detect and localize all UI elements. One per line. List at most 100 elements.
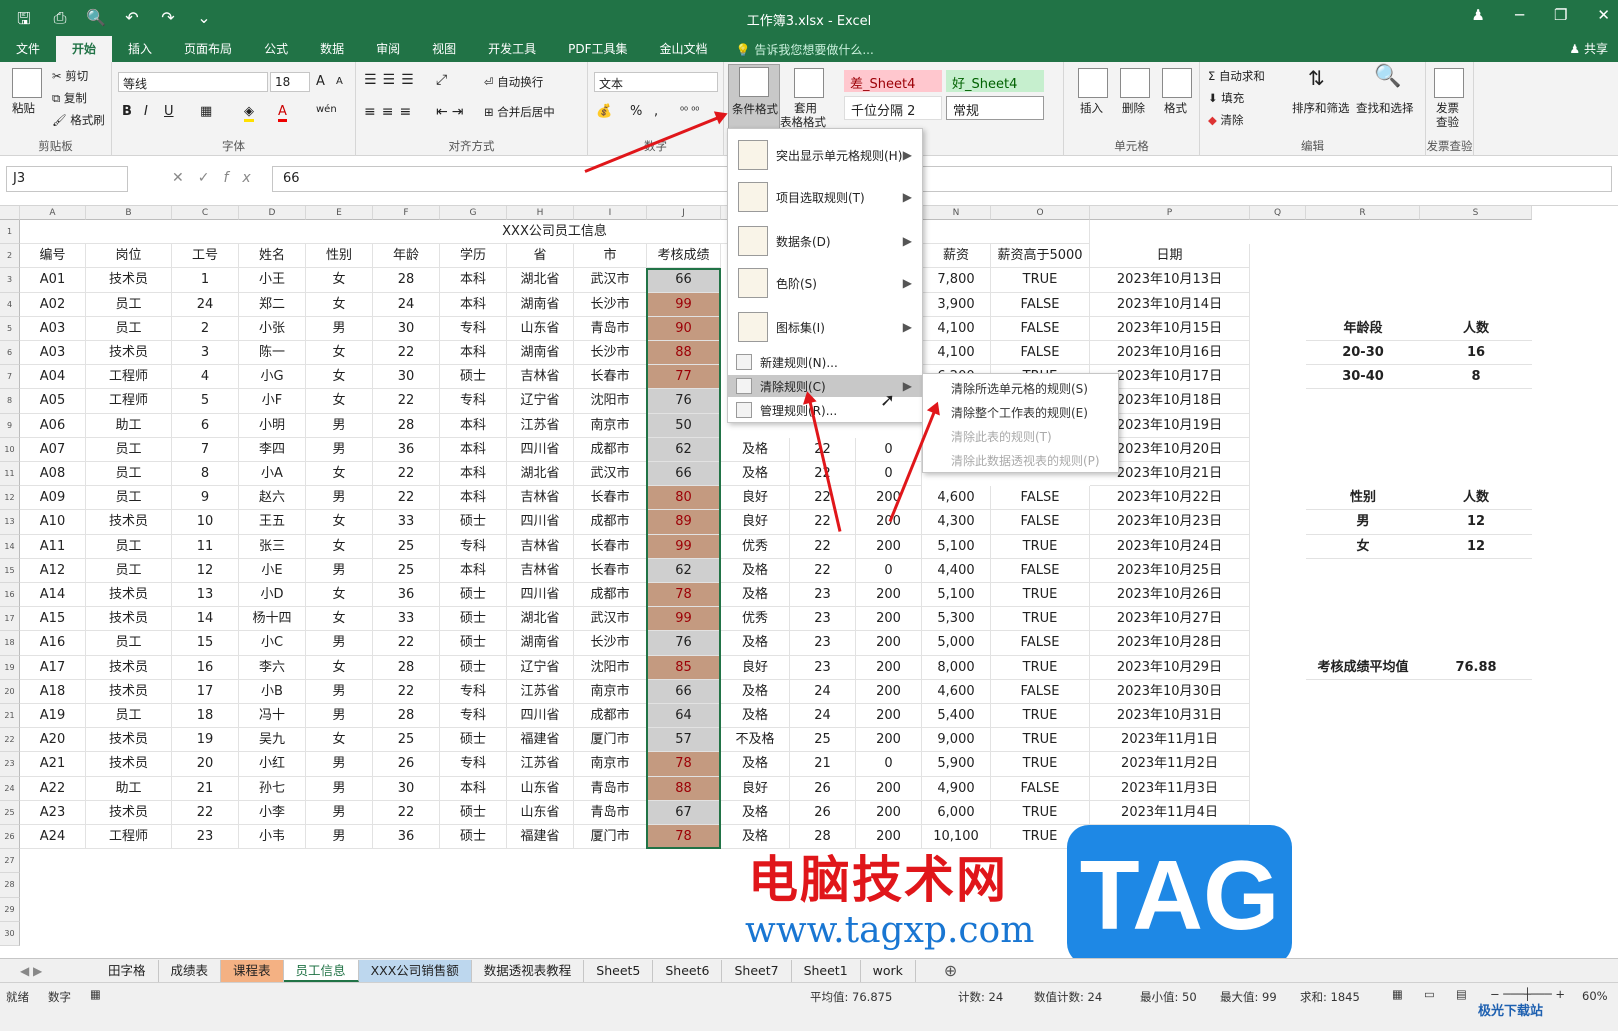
table-cell[interactable]: 2023年10月14日 [1090, 292, 1250, 317]
table-cell[interactable]: 2 [172, 316, 239, 341]
table-cell[interactable]: TRUE [991, 728, 1090, 753]
column-title[interactable]: 编号 [20, 244, 86, 269]
fill-button[interactable]: ⬇ 填充 [1208, 90, 1244, 106]
column-header[interactable]: B [86, 206, 172, 220]
table-cell[interactable]: 23 [172, 825, 239, 850]
table-cell[interactable]: A03 [20, 341, 86, 366]
table-cell[interactable]: A19 [20, 704, 86, 729]
row-header[interactable]: 10 [0, 437, 20, 462]
tab-formulas[interactable]: 公式 [248, 36, 304, 62]
table-cell[interactable]: A06 [20, 413, 86, 438]
row-header[interactable]: 9 [0, 413, 20, 438]
table-cell[interactable]: 湖北省 [507, 607, 574, 632]
table-cell[interactable]: 男 [306, 437, 373, 462]
table-cell[interactable]: 员工 [86, 437, 172, 462]
table-cell[interactable]: 26 [790, 776, 856, 801]
table-cell[interactable]: 小A [239, 462, 306, 487]
sheet-tab[interactable]: 课程表 [221, 959, 284, 982]
insert-cells-icon[interactable] [1078, 68, 1108, 98]
table-format-icon[interactable] [794, 68, 824, 98]
italic-button[interactable]: I [144, 104, 148, 119]
table-cell[interactable]: 良好 [721, 776, 790, 801]
table-cell[interactable]: 员工 [86, 462, 172, 487]
sort-filter-icon[interactable]: ⇅ [1308, 66, 1325, 90]
table-cell[interactable]: 本科 [440, 486, 507, 511]
invoice-check-label-2[interactable]: 查验 [1436, 114, 1459, 130]
table-cell[interactable]: 25 [373, 534, 440, 559]
style-good[interactable]: 好_Sheet4 [946, 70, 1044, 92]
macro-record-icon[interactable]: ▦ [90, 987, 101, 1001]
table-cell[interactable]: 2023年10月27日 [1090, 607, 1250, 632]
table-cell[interactable]: 郑二 [239, 292, 306, 317]
table-cell[interactable]: 200 [856, 631, 922, 656]
table-cell[interactable]: 200 [856, 800, 922, 825]
table-cell[interactable]: 辽宁省 [507, 389, 574, 414]
font-name-select[interactable]: 等线 [118, 72, 268, 92]
table-cell[interactable]: 4,100 [922, 341, 991, 366]
table-cell[interactable]: 2023年11月1日 [1090, 728, 1250, 753]
table-cell[interactable]: 5,100 [922, 583, 991, 608]
table-cell[interactable]: 5,300 [922, 607, 991, 632]
format-cells-button[interactable]: 格式 [1164, 100, 1187, 116]
table-cell[interactable]: 36 [373, 437, 440, 462]
table-cell[interactable]: 3,900 [922, 292, 991, 317]
summary-age-title[interactable]: 年龄段 [1306, 317, 1420, 341]
table-cell[interactable]: 36 [373, 583, 440, 608]
table-cell[interactable]: 杨十四 [239, 607, 306, 632]
row-header[interactable]: 25 [0, 800, 20, 825]
table-cell[interactable]: 长沙市 [574, 292, 647, 317]
column-title[interactable]: 薪资高于5000 [991, 244, 1090, 269]
percent-button[interactable]: % [630, 104, 642, 119]
table-cell[interactable]: 200 [856, 486, 922, 511]
sheet-tab[interactable]: 成绩表 [159, 959, 222, 982]
column-header[interactable]: O [991, 206, 1090, 220]
delete-cells-icon[interactable] [1120, 68, 1150, 98]
table-cell[interactable]: 0 [856, 558, 922, 583]
style-normal[interactable]: 常规 [946, 96, 1044, 120]
table-cell[interactable]: 19 [172, 728, 239, 753]
table-cell[interactable]: 员工 [86, 316, 172, 341]
table-cell[interactable]: 及格 [721, 631, 790, 656]
table-cell[interactable]: 2023年10月24日 [1090, 534, 1250, 559]
row-header[interactable]: 30 [0, 921, 20, 946]
table-cell[interactable]: 本科 [440, 268, 507, 293]
border-icon[interactable]: ▦ [200, 104, 212, 119]
table-cell[interactable]: 男 [306, 413, 373, 438]
table-cell[interactable]: 长沙市 [574, 631, 647, 656]
find-select-icon[interactable]: 🔍 [1374, 64, 1401, 89]
paste-button[interactable]: 粘贴 [12, 100, 35, 116]
table-cell[interactable]: 江苏省 [507, 752, 574, 777]
table-cell[interactable]: 辽宁省 [507, 655, 574, 680]
row-header[interactable]: 8 [0, 389, 20, 414]
table-cell[interactable]: 7 [172, 437, 239, 462]
row-header[interactable]: 28 [0, 873, 20, 898]
table-cell[interactable]: 男 [306, 825, 373, 850]
table-cell[interactable]: 18 [172, 704, 239, 729]
table-cell[interactable]: 男 [306, 558, 373, 583]
table-cell[interactable]: 男 [306, 631, 373, 656]
table-cell[interactable]: 沈阳市 [574, 655, 647, 680]
indent-icons[interactable]: ⇤⇥ [436, 104, 467, 120]
table-cell[interactable]: 吉林省 [507, 534, 574, 559]
table-cell[interactable]: 22 [373, 341, 440, 366]
tab-file[interactable]: 文件 [0, 36, 56, 62]
column-header[interactable]: E [306, 206, 373, 220]
table-cell[interactable]: 技术员 [86, 655, 172, 680]
table-cell[interactable]: 2023年11月2日 [1090, 752, 1250, 777]
table-cell[interactable]: 及格 [721, 752, 790, 777]
table-cell[interactable]: 技术员 [86, 268, 172, 293]
table-cell[interactable]: 20 [172, 752, 239, 777]
table-cell[interactable]: 孙七 [239, 776, 306, 801]
table-cell[interactable]: 30 [373, 365, 440, 390]
menu-data-bars[interactable]: 数据条(D) ▶ [728, 221, 922, 261]
view-layout-icon[interactable]: ▭ [1424, 987, 1435, 1001]
minimize-button[interactable]: ─ [1515, 6, 1524, 24]
row-header[interactable]: 27 [0, 849, 20, 874]
table-cell[interactable]: A23 [20, 800, 86, 825]
table-cell[interactable]: 冯十 [239, 704, 306, 729]
table-cell[interactable]: 硕士 [440, 825, 507, 850]
table-cell[interactable]: 陈一 [239, 341, 306, 366]
table-cell[interactable]: 本科 [440, 776, 507, 801]
table-cell[interactable]: FALSE [991, 486, 1090, 511]
table-cell[interactable]: 硕士 [440, 631, 507, 656]
